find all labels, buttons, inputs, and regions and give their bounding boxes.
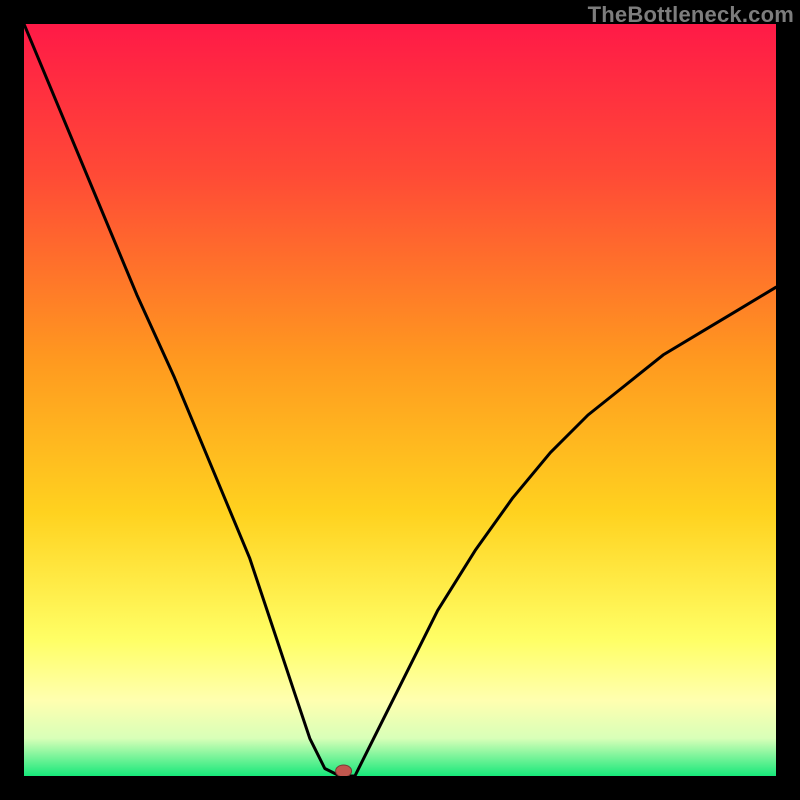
- chart-svg: [24, 24, 776, 776]
- plot-area: [24, 24, 776, 776]
- gradient-background: [24, 24, 776, 776]
- curve-minimum-marker: [336, 765, 352, 776]
- chart-frame: TheBottleneck.com: [0, 0, 800, 800]
